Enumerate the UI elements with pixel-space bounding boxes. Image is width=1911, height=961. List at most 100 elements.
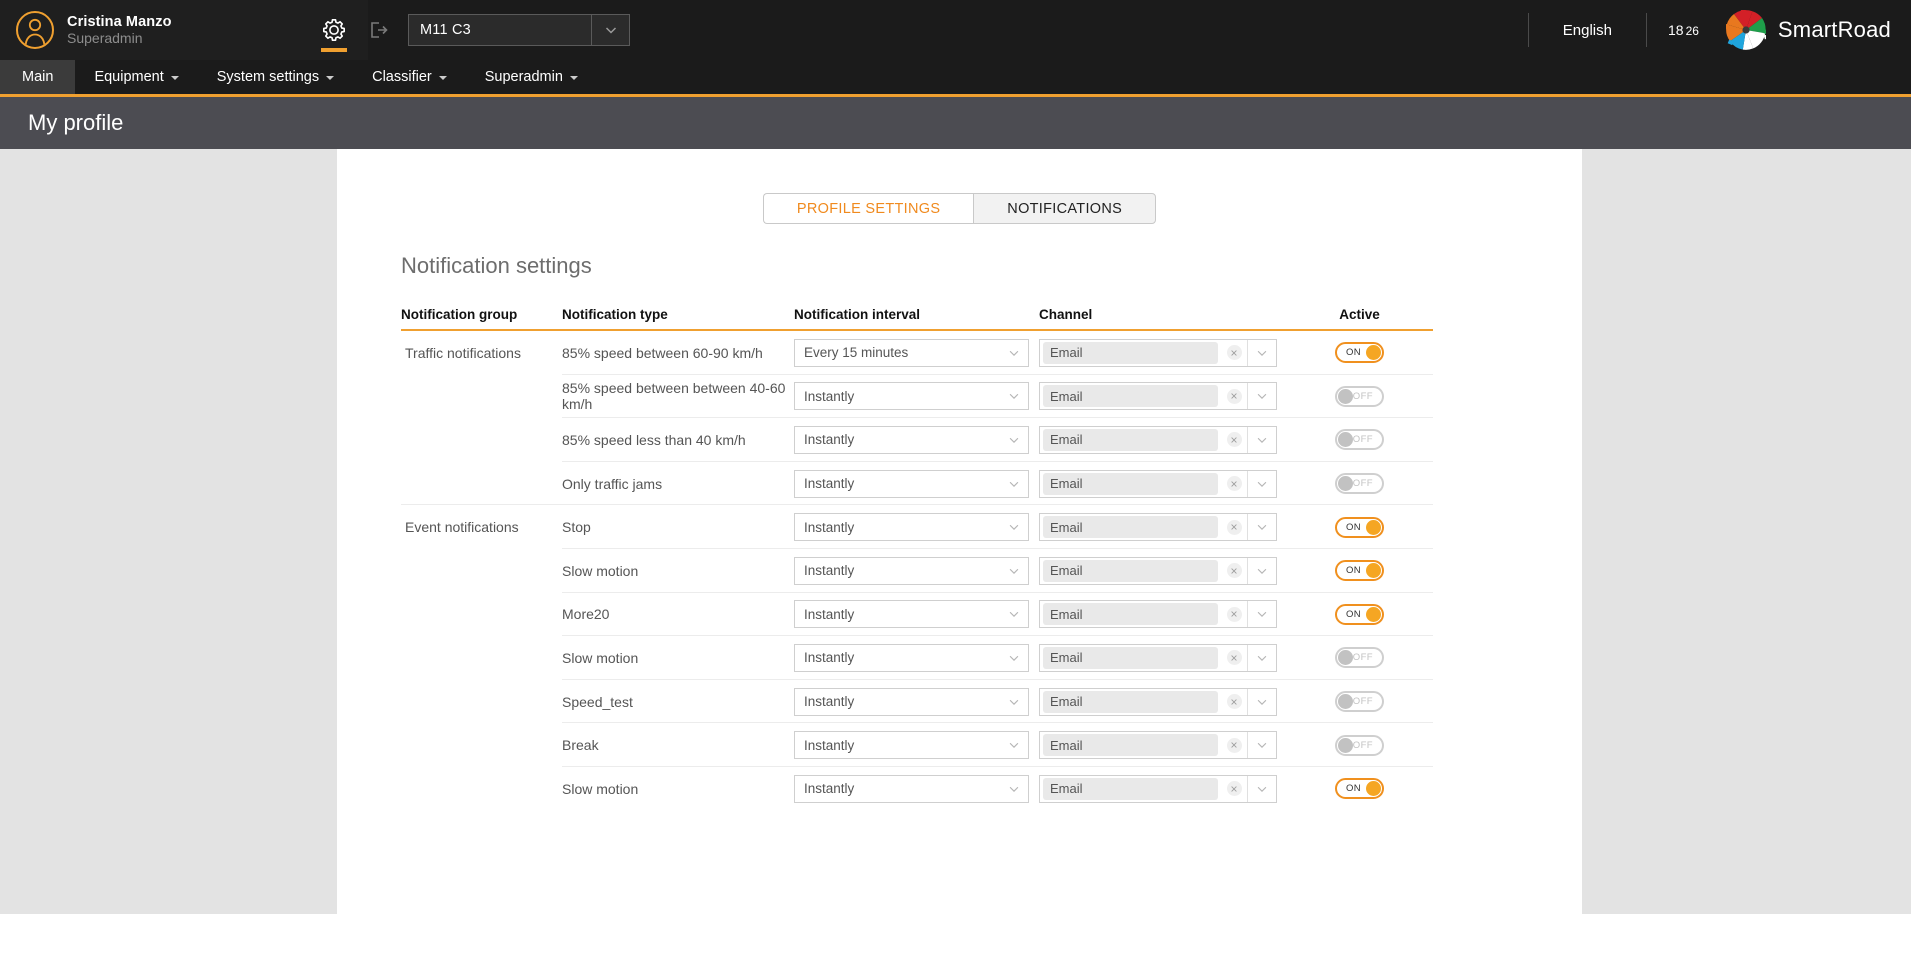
channel-chip[interactable]: Email [1043, 516, 1218, 539]
chevron-down-icon[interactable] [1247, 514, 1276, 541]
chevron-down-icon[interactable] [999, 645, 1028, 671]
interval-select[interactable]: Instantly [794, 469, 1029, 498]
chevron-down-icon[interactable] [1247, 339, 1276, 366]
chevron-down-icon[interactable] [1247, 688, 1276, 715]
channel-chip[interactable]: Email [1043, 559, 1218, 582]
channel-multiselect[interactable]: Email [1039, 600, 1277, 629]
active-toggle[interactable]: ON [1335, 342, 1384, 364]
active-toggle[interactable]: ON [1335, 778, 1384, 800]
interval-select[interactable]: Instantly [794, 513, 1029, 542]
channel-chip[interactable]: Email [1043, 603, 1218, 626]
channel-clear-button[interactable] [1221, 732, 1247, 758]
channel-clear-button[interactable] [1221, 645, 1247, 671]
channel-clear-button[interactable] [1221, 471, 1247, 497]
active-toggle[interactable]: OFF [1335, 429, 1384, 451]
cell-notification-group: Traffic notifications [405, 344, 521, 361]
user-panel[interactable]: Cristina Manzo Superadmin [0, 0, 388, 60]
cell-notification-interval: Instantly [794, 774, 1039, 803]
nav-item-equipment[interactable]: Equipment [75, 60, 197, 94]
channel-clear-button[interactable] [1221, 601, 1247, 627]
channel-chip[interactable]: Email [1043, 385, 1218, 408]
channel-multiselect[interactable]: Email [1039, 774, 1277, 803]
chevron-down-icon[interactable] [999, 689, 1028, 715]
chevron-down-icon[interactable] [999, 383, 1028, 409]
chevron-down-icon[interactable] [1247, 383, 1276, 410]
chevron-down-icon[interactable] [1247, 601, 1276, 628]
interval-select[interactable]: Instantly [794, 774, 1029, 803]
channel-chip[interactable]: Email [1043, 646, 1218, 669]
logout-button[interactable] [358, 0, 398, 60]
channel-clear-button[interactable] [1221, 514, 1247, 540]
channel-clear-button[interactable] [1221, 558, 1247, 584]
nav-item-superadmin[interactable]: Superadmin [466, 60, 597, 94]
active-toggle[interactable]: ON [1335, 560, 1384, 582]
channel-multiselect[interactable]: Email [1039, 731, 1277, 760]
active-toggle-label: OFF [1352, 434, 1373, 446]
active-toggle[interactable]: ON [1335, 516, 1384, 538]
active-toggle[interactable]: OFF [1335, 647, 1384, 669]
channel-clear-button[interactable] [1221, 340, 1247, 366]
channel-chip[interactable]: Email [1043, 428, 1218, 451]
avatar [16, 11, 54, 49]
chevron-down-icon[interactable] [1247, 732, 1276, 759]
chevron-down-icon[interactable] [1247, 426, 1276, 453]
interval-select[interactable]: Instantly [794, 643, 1029, 672]
active-toggle[interactable]: OFF [1335, 473, 1384, 495]
channel-clear-button[interactable] [1221, 427, 1247, 453]
interval-select[interactable]: Every 15 minutes [794, 338, 1029, 367]
cell-channel: Email [1039, 643, 1286, 672]
interval-select[interactable]: Instantly [794, 731, 1029, 760]
chevron-down-icon[interactable] [999, 601, 1028, 627]
channel-multiselect[interactable]: Email [1039, 687, 1277, 716]
channel-multiselect[interactable]: Email [1039, 382, 1277, 411]
chevron-down-icon[interactable] [999, 558, 1028, 584]
tab-notifications[interactable]: NOTIFICATIONS [973, 193, 1157, 224]
channel-multiselect[interactable]: Email [1039, 643, 1277, 672]
channel-multiselect[interactable]: Email [1039, 338, 1277, 367]
chevron-down-icon[interactable] [999, 427, 1028, 453]
nav-item-main[interactable]: Main [0, 60, 76, 94]
chevron-down-icon[interactable] [999, 340, 1028, 366]
channel-multiselect[interactable]: Email [1039, 425, 1277, 454]
toggle-knob [1366, 345, 1381, 361]
chevron-down-icon[interactable] [999, 471, 1028, 497]
tab-profile-settings[interactable]: PROFILE SETTINGS [762, 193, 974, 224]
channel-multiselect[interactable]: Email [1039, 469, 1277, 498]
channel-multiselect[interactable]: Email [1039, 556, 1277, 585]
active-toggle[interactable]: OFF [1335, 734, 1384, 756]
chevron-down-icon[interactable] [1247, 775, 1276, 802]
active-toggle[interactable]: ON [1335, 603, 1384, 625]
channel-clear-button[interactable] [1221, 383, 1247, 409]
table-row: Slow motion Instantly Email ON [401, 549, 1433, 593]
active-toggle[interactable]: OFF [1335, 385, 1384, 407]
active-toggle[interactable]: OFF [1335, 691, 1384, 713]
interval-select[interactable]: Instantly [794, 687, 1029, 716]
channel-clear-button[interactable] [1221, 689, 1247, 715]
nav-item-classifier[interactable]: Classifier [353, 60, 466, 94]
chevron-down-icon[interactable] [1247, 557, 1276, 584]
settings-button[interactable] [313, 0, 355, 60]
channel-chip[interactable]: Email [1043, 341, 1218, 364]
channel-chip[interactable]: Email [1043, 472, 1218, 495]
channel-chip[interactable]: Email [1043, 777, 1218, 800]
chevron-down-icon[interactable] [999, 732, 1028, 758]
chevron-down-icon[interactable] [591, 15, 629, 45]
channel-multiselect[interactable]: Email [1039, 513, 1277, 542]
interval-select[interactable]: Instantly [794, 556, 1029, 585]
channel-clear-button[interactable] [1221, 776, 1247, 802]
column-header-interval: Notification interval [794, 307, 921, 322]
channel-chip[interactable]: Email [1043, 690, 1218, 713]
chevron-down-icon[interactable] [1247, 644, 1276, 671]
close-icon [1226, 345, 1242, 361]
interval-select[interactable]: Instantly [794, 382, 1029, 411]
channel-chip[interactable]: Email [1043, 734, 1218, 757]
interval-select[interactable]: Instantly [794, 600, 1029, 629]
nav-item-system-settings[interactable]: System settings [198, 60, 353, 94]
chevron-down-icon[interactable] [1247, 470, 1276, 497]
site-select[interactable]: M11 C3 [408, 14, 630, 46]
chevron-down-icon[interactable] [999, 776, 1028, 802]
interval-select[interactable]: Instantly [794, 425, 1029, 454]
language-selector[interactable]: English [1529, 22, 1646, 39]
interval-select-value: Instantly [804, 650, 855, 666]
chevron-down-icon[interactable] [999, 514, 1028, 540]
